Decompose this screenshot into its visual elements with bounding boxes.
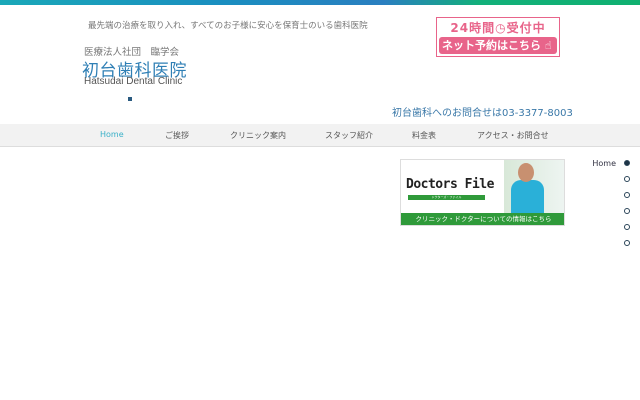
side-nav-label: Home (592, 158, 616, 168)
side-nav-dot[interactable] (624, 208, 630, 214)
doctors-file-banner[interactable]: Doctors File ドクターズ・ファイル クリニック・ドクターについての情… (400, 159, 565, 226)
pointer-hand-icon: ☝ (541, 39, 552, 52)
banner-subtitle: ドクターズ・ファイル (408, 195, 485, 200)
top-color-bar (0, 0, 640, 5)
side-nav-dot[interactable] (624, 224, 630, 230)
reservation-label: ネット予約はこちら (442, 39, 541, 52)
side-nav-dot[interactable] (624, 240, 630, 246)
nav-greeting[interactable]: ご挨拶 (165, 130, 189, 141)
nav-fees[interactable]: 料金表 (412, 130, 436, 141)
side-nav-dot[interactable] (624, 176, 630, 182)
slider-indicator (128, 97, 132, 101)
doctor-head (518, 163, 534, 182)
clinic-logo-en: Hatsudai Dental Clinic (84, 76, 183, 87)
banner-caption: クリニック・ドクターについての情報はこちら (401, 213, 564, 225)
nav-access[interactable]: アクセス・お問合せ (477, 130, 549, 141)
side-nav: Home (592, 155, 630, 251)
online-reservation-button[interactable]: 24時間◷受付中 ネット予約はこちら ☝ (436, 17, 560, 57)
banner-title: Doctors File (406, 177, 494, 192)
reservation-hours: 24時間◷受付中 (450, 21, 546, 35)
nav-clinic-info[interactable]: クリニック案内 (230, 130, 286, 141)
main-nav: Home ご挨拶 クリニック案内 スタッフ紹介 料金表 アクセス・お問合せ (0, 124, 640, 147)
phone-contact[interactable]: 初台歯科へのお問合せは03-3377-8003 (392, 104, 573, 119)
side-nav-dot[interactable] (624, 192, 630, 198)
nav-staff[interactable]: スタッフ紹介 (325, 130, 373, 141)
side-nav-dot-active[interactable] (624, 160, 630, 166)
tagline: 最先端の治療を取り入れ、すべてのお子様に安心を保育士のいる歯科医院 (88, 21, 368, 31)
nav-home[interactable]: Home (100, 130, 124, 139)
doctor-figure (511, 180, 544, 215)
